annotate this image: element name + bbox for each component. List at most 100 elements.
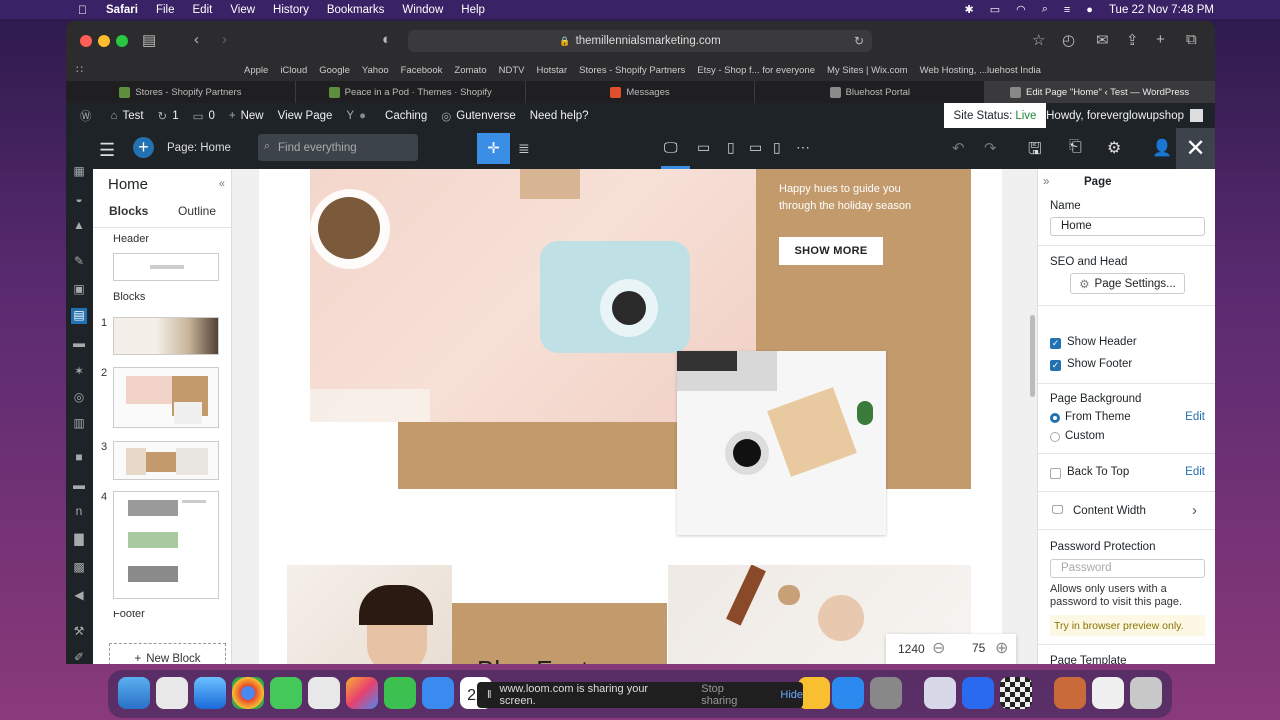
background-edit-link[interactable]: Edit xyxy=(1185,411,1205,423)
trash-icon[interactable] xyxy=(1130,677,1162,709)
messages-icon[interactable] xyxy=(270,677,302,709)
marketing-icon[interactable]: ▩ xyxy=(71,560,87,576)
tab-blocks[interactable]: Blocks xyxy=(109,204,148,218)
app-store-icon[interactable] xyxy=(832,677,864,709)
facetime-icon[interactable] xyxy=(384,677,416,709)
site-home-link[interactable]: ⌂ Test xyxy=(111,110,144,122)
zoom-icon[interactable] xyxy=(962,677,994,709)
nicepage-icon[interactable]: n xyxy=(71,504,87,520)
grid-icon[interactable]: ∷ xyxy=(76,63,83,76)
analytics-icon[interactable]: ▇ xyxy=(71,532,87,548)
menu-icon[interactable]: ☰ xyxy=(99,140,115,161)
gutenverse-link[interactable]: ◎ Gutenverse xyxy=(441,109,516,123)
select-tool-button[interactable]: ✛ xyxy=(477,133,510,164)
finder-icon[interactable] xyxy=(118,677,150,709)
tab-messages[interactable]: Messages xyxy=(526,81,756,103)
content-width-label[interactable]: Content Width xyxy=(1073,505,1146,517)
photos-icon[interactable] xyxy=(346,677,378,709)
share-icon[interactable]: ⇪ xyxy=(1126,31,1139,49)
from-theme-radio[interactable] xyxy=(1050,413,1060,423)
gutenverse-icon[interactable]: ◎ xyxy=(71,390,87,406)
show-footer-checkbox[interactable]: ✓ xyxy=(1050,360,1061,371)
mail-icon[interactable] xyxy=(422,677,454,709)
launchpad-icon[interactable] xyxy=(156,677,188,709)
fav-ndtv[interactable]: NDTV xyxy=(499,65,525,76)
hide-button[interactable]: Hide xyxy=(780,689,803,701)
chess-icon[interactable] xyxy=(1000,677,1032,709)
help-link[interactable]: Need help? xyxy=(530,110,589,122)
page-name-input[interactable]: Home xyxy=(1050,217,1205,236)
system-preferences-icon[interactable] xyxy=(870,677,902,709)
save-icon[interactable]: 🖫 xyxy=(1028,138,1042,165)
pause-icon[interactable]: ‖ xyxy=(487,689,492,701)
tab-shopify-themes[interactable]: Peace in a Pod · Themes · Shopify xyxy=(296,81,526,103)
siri-icon[interactable]: ● xyxy=(1086,4,1093,16)
menu-edit[interactable]: Edit xyxy=(193,4,213,16)
comments-icon[interactable]: ▬ xyxy=(71,336,87,352)
block-thumbnail-4[interactable] xyxy=(113,491,219,599)
maps-icon[interactable] xyxy=(308,677,340,709)
zoom-window-button[interactable] xyxy=(116,35,128,47)
close-window-button[interactable] xyxy=(80,35,92,47)
fav-zomato[interactable]: Zomato xyxy=(454,65,486,76)
header-thumbnail[interactable] xyxy=(113,253,219,281)
fav-google[interactable]: Google xyxy=(319,65,350,76)
education-icon[interactable]: ▲ xyxy=(71,218,87,234)
tab-wordpress-edit[interactable]: Edit Page "Home" ‹ Test — WordPress xyxy=(985,81,1215,103)
new-tab-icon[interactable]: + xyxy=(1156,31,1165,48)
star-icon[interactable]: ☆ xyxy=(1032,31,1045,49)
password-input[interactable]: Password xyxy=(1050,559,1205,578)
expand-icon[interactable]: » xyxy=(1043,176,1049,188)
fav-etsy[interactable]: Etsy - Shop f... for everyone xyxy=(697,65,815,76)
apple-icon[interactable]:  xyxy=(78,3,98,17)
spotlight-icon[interactable]: ⌕ xyxy=(1042,3,1048,16)
custom-radio[interactable] xyxy=(1050,432,1060,442)
new-block-button[interactable]: + New Block xyxy=(109,643,226,664)
view-page-link[interactable]: View Page xyxy=(278,110,333,122)
show-header-checkbox[interactable]: ✓ xyxy=(1050,338,1061,349)
menu-view[interactable]: View xyxy=(230,4,255,16)
forms-icon[interactable]: ▥ xyxy=(71,416,87,432)
posts-icon[interactable]: ✎ xyxy=(71,254,87,270)
account-menu[interactable]: Howdy, foreverglowupshop xyxy=(1046,109,1203,122)
page-label[interactable]: Page: Home xyxy=(167,142,231,154)
menu-safari[interactable]: Safari xyxy=(106,4,138,16)
preview-icon[interactable] xyxy=(924,677,956,709)
tab-bluehost[interactable]: Bluehost Portal xyxy=(755,81,986,103)
blog-heading[interactable]: Blog Feat xyxy=(477,655,588,664)
chrome-icon[interactable] xyxy=(232,677,264,709)
preview-icon[interactable]: ⎗ xyxy=(1069,138,1082,156)
dashboard-icon[interactable]: ▦ xyxy=(71,164,87,180)
palette-icon[interactable]: ◒ xyxy=(71,192,87,208)
scrollbar-thumb[interactable] xyxy=(1030,315,1035,397)
megaphone-icon[interactable]: ◀ xyxy=(71,588,87,604)
back-icon[interactable]: ‹ xyxy=(194,31,199,48)
history-icon[interactable]: ◴ xyxy=(1062,31,1075,49)
fav-shopify-partners[interactable]: Stores - Shopify Partners xyxy=(579,65,685,76)
fav-icloud[interactable]: iCloud xyxy=(280,65,307,76)
menu-file[interactable]: File xyxy=(156,4,175,16)
products-icon[interactable]: ▬ xyxy=(71,478,87,494)
zoom-out-icon[interactable]: ⊖ xyxy=(932,638,945,658)
back-to-top-checkbox[interactable] xyxy=(1050,468,1061,479)
block-thumbnail-1[interactable] xyxy=(113,317,219,355)
user-icon[interactable]: 👤 xyxy=(1152,138,1172,158)
desk-image[interactable] xyxy=(677,351,886,535)
address-bar[interactable]: 🔒 themillennialsmarketing.com ↻ xyxy=(408,30,872,52)
woman-image[interactable] xyxy=(287,565,452,664)
tools-icon[interactable]: ⚒ xyxy=(71,624,87,640)
fav-facebook[interactable]: Facebook xyxy=(401,65,443,76)
menu-history[interactable]: History xyxy=(273,4,309,16)
comments-link[interactable]: ▭ 0 xyxy=(193,109,215,123)
updates-link[interactable]: ↻ 1 xyxy=(158,109,179,123)
menu-bookmarks[interactable]: Bookmarks xyxy=(327,4,385,16)
block-thumbnail-3[interactable] xyxy=(113,441,219,480)
phone-view-icon[interactable]: ▯ xyxy=(773,139,781,156)
wordpress-logo-icon[interactable]: Ⓦ xyxy=(80,108,97,124)
tab-outline[interactable]: Outline xyxy=(178,204,216,218)
photo-booth-icon[interactable] xyxy=(1054,677,1086,709)
png-file-icon[interactable] xyxy=(1092,677,1124,709)
search-input[interactable]: ⌕ Find everything xyxy=(258,134,418,161)
new-content-link[interactable]: + New xyxy=(229,110,264,122)
safari-icon[interactable] xyxy=(194,677,226,709)
